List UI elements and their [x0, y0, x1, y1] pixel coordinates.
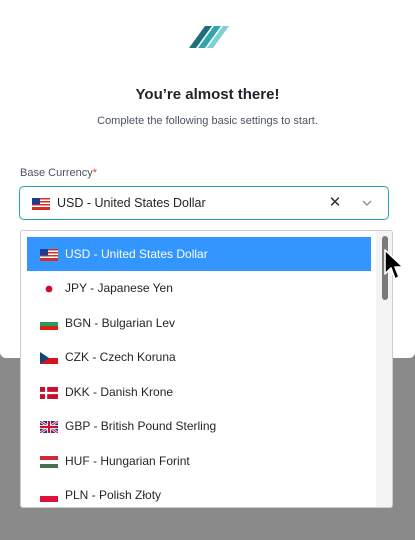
denmark-flag-icon: [40, 387, 58, 399]
currency-option-pln[interactable]: PLN - Polish Złoty: [27, 478, 371, 507]
currency-option-gbp[interactable]: GBP - British Pound Sterling: [27, 409, 371, 443]
us-flag-icon: [40, 249, 58, 261]
mouse-cursor-icon: [384, 249, 404, 280]
app-logo-icon: [189, 26, 229, 48]
required-mark: *: [92, 167, 98, 179]
option-label: USD - United States Dollar: [65, 247, 208, 261]
selected-currency-value: USD - United States Dollar: [57, 196, 206, 210]
modal-title: You’re almost there!: [135, 86, 280, 103]
czech-flag-icon: [40, 352, 58, 364]
option-label: PLN - Polish Złoty: [65, 488, 162, 502]
option-label: DKK - Danish Krone: [65, 385, 174, 399]
japan-flag-icon: [40, 283, 58, 295]
poland-flag-icon: [40, 490, 58, 502]
clear-icon[interactable]: ✕: [326, 193, 344, 213]
currency-option-bgn[interactable]: BGN - Bulgarian Lev: [27, 306, 371, 340]
option-label: CZK - Czech Koruna: [65, 350, 176, 364]
currency-option-usd[interactable]: USD - United States Dollar: [27, 237, 371, 271]
uk-flag-icon: [40, 421, 58, 433]
us-flag-icon: [32, 198, 50, 210]
currency-option-jpy[interactable]: JPY - Japanese Yen: [27, 271, 371, 305]
currency-option-czk[interactable]: CZK - Czech Koruna: [27, 340, 371, 374]
option-label: BGN - Bulgarian Lev: [65, 316, 176, 330]
base-currency-label-text: Base Currency: [20, 167, 93, 179]
bulgaria-flag-icon: [40, 318, 58, 330]
chevron-down-icon[interactable]: [359, 195, 375, 211]
modal-subtitle: Complete the following basic settings to…: [97, 115, 318, 127]
base-currency-select[interactable]: USD - United States Dollar ✕: [19, 186, 389, 220]
hungary-flag-icon: [40, 456, 58, 468]
currency-dropdown-list: USD - United States Dollar JPY - Japanes…: [20, 230, 393, 508]
option-label: HUF - Hungarian Forint: [65, 454, 190, 468]
currency-option-dkk[interactable]: DKK - Danish Krone: [27, 375, 371, 409]
option-label: JPY - Japanese Yen: [65, 281, 173, 295]
base-currency-label: Base Currency*: [20, 167, 97, 179]
option-label: GBP - British Pound Sterling: [65, 419, 217, 433]
currency-option-huf[interactable]: HUF - Hungarian Forint: [27, 444, 371, 478]
